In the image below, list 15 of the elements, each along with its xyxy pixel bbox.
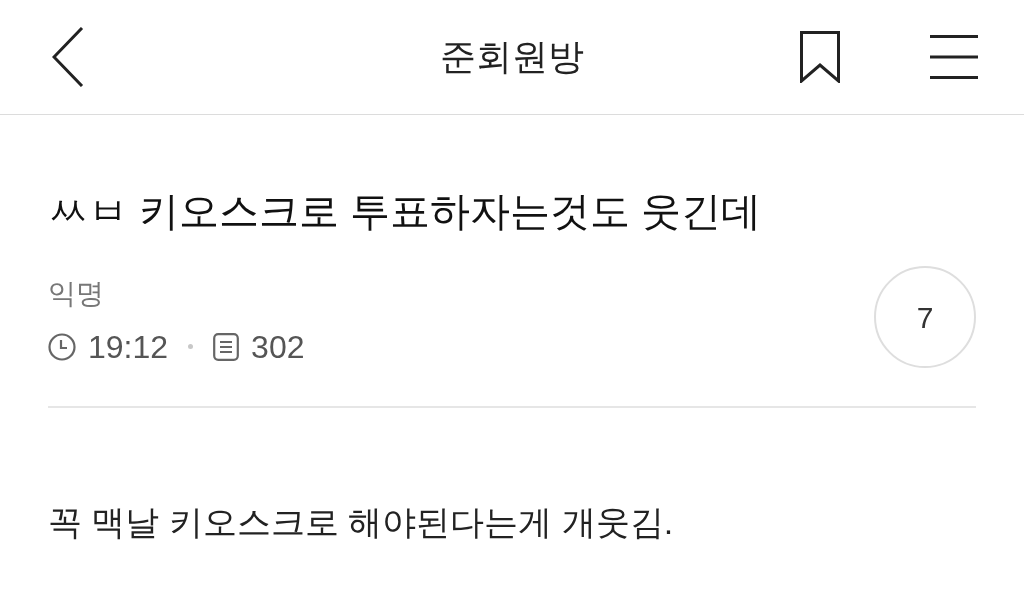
bookmark-button[interactable] xyxy=(800,31,840,83)
post-title: ㅆㅂ 키오스크로 투표하자는것도 웃긴데 xyxy=(48,188,763,235)
menu-button[interactable] xyxy=(930,35,978,79)
clock-icon xyxy=(48,332,76,361)
post-body: 꼭 맥날 키오스크로 해야된다는게 개웃김. xyxy=(48,502,675,543)
menu-icon xyxy=(930,35,978,79)
board-title: 준회원방 xyxy=(440,35,584,79)
author-name: 익명 xyxy=(48,276,104,311)
comment-count-button[interactable]: 7 xyxy=(874,266,976,368)
bookmark-icon xyxy=(800,31,840,83)
view-count: 302 xyxy=(251,327,305,367)
document-icon xyxy=(213,332,240,361)
separator-dot-icon xyxy=(188,344,194,349)
back-icon xyxy=(52,27,84,87)
post-time: 19:12 xyxy=(88,327,169,367)
